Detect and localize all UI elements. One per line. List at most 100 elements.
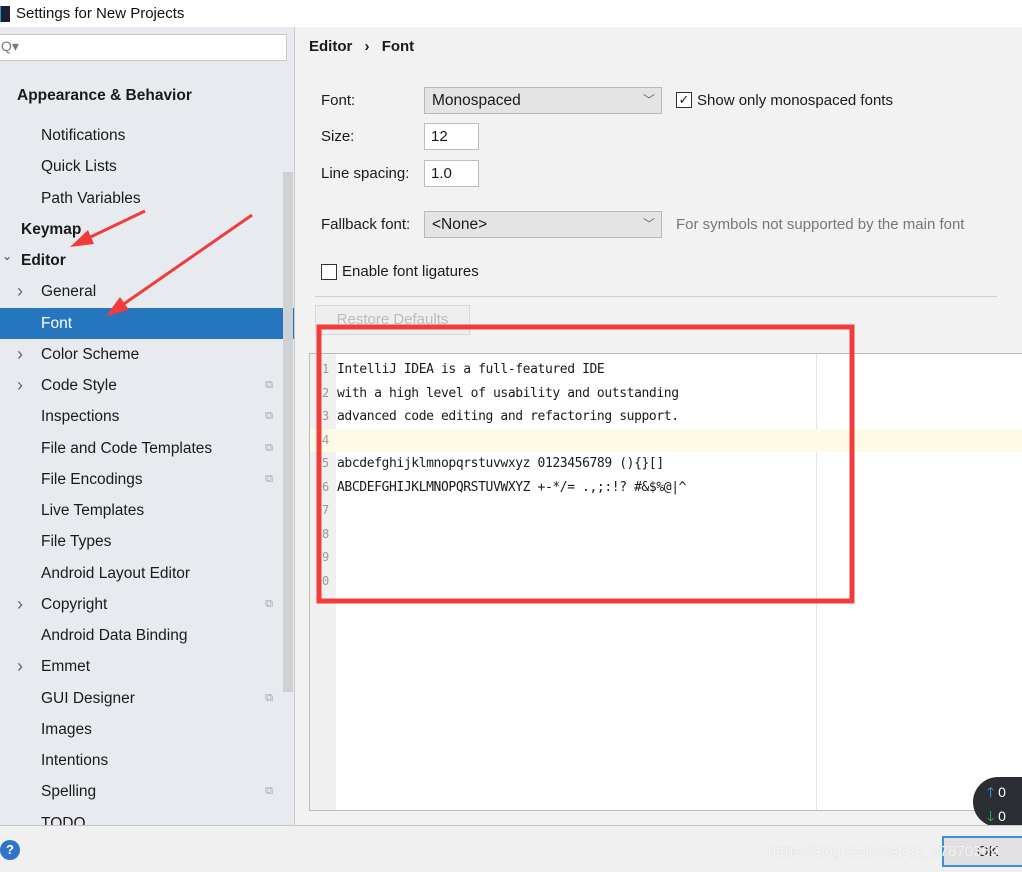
preview-line: 1 IntelliJ IDEA is a full-featured IDE: [310, 358, 1022, 382]
sidebar-item-inspections[interactable]: Inspections ⧉: [0, 401, 283, 432]
sidebar-item-label: Font: [41, 315, 73, 332]
size-input[interactable]: 12: [424, 123, 479, 150]
chevron-right-icon[interactable]: ›: [17, 370, 23, 401]
show-monospaced-checkbox[interactable]: ✓: [676, 92, 692, 108]
sidebar-item-label: Quick Lists: [41, 158, 117, 175]
sidebar-item-live-templates[interactable]: Live Templates: [0, 495, 283, 526]
sidebar-item-color-scheme[interactable]: › Color Scheme: [0, 339, 283, 370]
sidebar-item-gui-designer[interactable]: GUI Designer ⧉: [0, 683, 283, 714]
intellij-app-icon: [0, 5, 10, 22]
sidebar-item-todo[interactable]: TODO: [0, 808, 283, 825]
project-settings-icon: ⧉: [265, 598, 273, 610]
sidebar-item-label: Notifications: [41, 127, 126, 144]
project-settings-icon: ⧉: [265, 442, 273, 454]
preview-line: 5 abcdefghijklmnopqrstuvwxyz 0123456789 (…: [310, 452, 1022, 476]
sidebar-item-label: Editor: [21, 252, 66, 269]
font-preview-editor[interactable]: 1 IntelliJ IDEA is a full-featured IDE 2 wi…: [309, 353, 1022, 811]
watermark: https://blog.csdn.net/qq_37870369: [768, 843, 999, 860]
line-number: 2: [322, 385, 330, 400]
sidebar-item-label: Path Variables: [41, 190, 141, 207]
line-number: 0: [322, 573, 330, 588]
line-number: 7: [322, 503, 330, 517]
chevron-right-icon[interactable]: ›: [17, 651, 23, 682]
chevron-down-icon: ﹀: [642, 93, 655, 107]
sidebar-item-code-style[interactable]: › Code Style ⧉: [0, 370, 283, 401]
breadcrumb-separator: ›: [364, 38, 370, 55]
sidebar-item-label: File and Code Templates: [41, 440, 213, 457]
chevron-down-icon: ﹀: [642, 217, 655, 231]
sidebar-item-file-types[interactable]: File Types: [0, 526, 283, 557]
line-number: 9: [322, 550, 330, 564]
sidebar-item-file-encodings[interactable]: File Encodings ⧉: [0, 464, 283, 495]
divider: [315, 296, 997, 297]
sidebar-item-label: File Types: [41, 533, 112, 550]
breadcrumb-parent[interactable]: Editor: [309, 38, 352, 55]
preview-line: 9: [310, 546, 1022, 570]
fallback-value: <None>: [432, 216, 488, 233]
ligatures-checkbox[interactable]: [321, 264, 337, 280]
preview-line: 0: [310, 570, 1022, 594]
sidebar-item-quick-lists[interactable]: Quick Lists: [0, 151, 283, 182]
show-monospaced-label: Show only monospaced fonts: [697, 92, 893, 109]
sidebar-item-label: Appearance & Behavior: [17, 87, 192, 104]
settings-sidebar: Q▾ Appearance & Behavior Notifications Qui…: [0, 27, 295, 825]
line-number: 5: [322, 456, 330, 470]
help-button[interactable]: ?: [0, 840, 20, 860]
sidebar-item-copyright[interactable]: › Copyright ⧉: [0, 589, 283, 620]
sidebar-item-label: Keymap: [21, 221, 82, 238]
download-value: 0: [998, 808, 1006, 824]
sidebar-item-spelling[interactable]: Spelling ⧉: [0, 776, 283, 807]
line-number: 3: [322, 409, 330, 423]
sidebar-item-images[interactable]: Images: [0, 714, 283, 745]
font-label: Font:: [321, 92, 356, 109]
sidebar-item-notifications[interactable]: Notifications: [0, 120, 283, 151]
sidebar-item-general[interactable]: › General: [0, 276, 283, 307]
project-settings-icon: ⧉: [265, 785, 273, 797]
project-settings-icon: ⧉: [265, 692, 273, 704]
sidebar-item-android-data-binding[interactable]: Android Data Binding: [0, 620, 283, 651]
sidebar-item-label: Color Scheme: [41, 346, 140, 363]
line-spacing-input[interactable]: 1.0: [424, 160, 479, 187]
sidebar-item-label: Spelling: [41, 783, 97, 800]
settings-search-input[interactable]: Q▾: [0, 34, 287, 61]
sidebar-item-label: Android Data Binding: [41, 627, 188, 644]
sidebar-item-emmet[interactable]: › Emmet: [0, 651, 283, 682]
sidebar-item-appearance-behavior[interactable]: Appearance & Behavior: [0, 80, 283, 111]
fallback-hint: For symbols not supported by the main fo…: [676, 216, 965, 233]
upload-value: 0: [998, 784, 1006, 800]
sidebar-item-label: Emmet: [41, 658, 91, 675]
chevron-right-icon[interactable]: ›: [17, 339, 23, 370]
preview-line: 7: [310, 499, 1022, 523]
sidebar-item-font[interactable]: Font: [0, 308, 294, 339]
sidebar-item-intentions[interactable]: Intentions: [0, 745, 283, 776]
window-title: Settings for New Projects: [16, 5, 185, 22]
breadcrumb: Editor › Font: [309, 38, 414, 55]
sidebar-scrollbar[interactable]: [283, 172, 293, 692]
sidebar-item-file-and-code-templates[interactable]: File and Code Templates ⧉: [0, 433, 283, 464]
size-label: Size:: [321, 128, 355, 145]
chevron-down-icon[interactable]: ⌄: [2, 241, 12, 272]
ligatures-label: Enable font ligatures: [342, 263, 479, 280]
restore-defaults-button[interactable]: Restore Defaults: [315, 305, 470, 335]
sidebar-item-editor[interactable]: ⌄ Editor: [0, 245, 283, 276]
sidebar-item-label: Live Templates: [41, 502, 145, 519]
fallback-font-label: Fallback font:: [321, 216, 411, 233]
line-text: with a high level of usability and outst…: [337, 385, 679, 401]
line-text: advanced code editing and refactoring su…: [337, 409, 679, 424]
sidebar-item-path-variables[interactable]: Path Variables: [0, 183, 283, 214]
line-number: 6: [322, 479, 330, 494]
sidebar-item-label: Intentions: [41, 752, 109, 769]
breadcrumb-current: Font: [381, 38, 415, 55]
chevron-right-icon[interactable]: ›: [17, 589, 23, 620]
sidebar-item-keymap[interactable]: Keymap: [0, 214, 283, 245]
line-text: abcdefghijklmnopqrstuvwxyz 0123456789 ()…: [337, 456, 664, 471]
sidebar-item-label: GUI Designer: [41, 690, 135, 707]
font-dropdown[interactable]: Monospaced ﹀: [424, 87, 662, 114]
chevron-right-icon[interactable]: ›: [17, 276, 23, 307]
sidebar-item-android-layout-editor[interactable]: Android Layout Editor: [0, 558, 283, 589]
project-settings-icon: ⧉: [265, 473, 273, 485]
fallback-font-dropdown[interactable]: <None> ﹀: [424, 211, 662, 238]
network-speed-widget: 🡑 0 🡓 0: [973, 777, 1022, 827]
preview-line: 4: [310, 428, 1022, 452]
line-spacing-label: Line spacing:: [321, 165, 410, 182]
